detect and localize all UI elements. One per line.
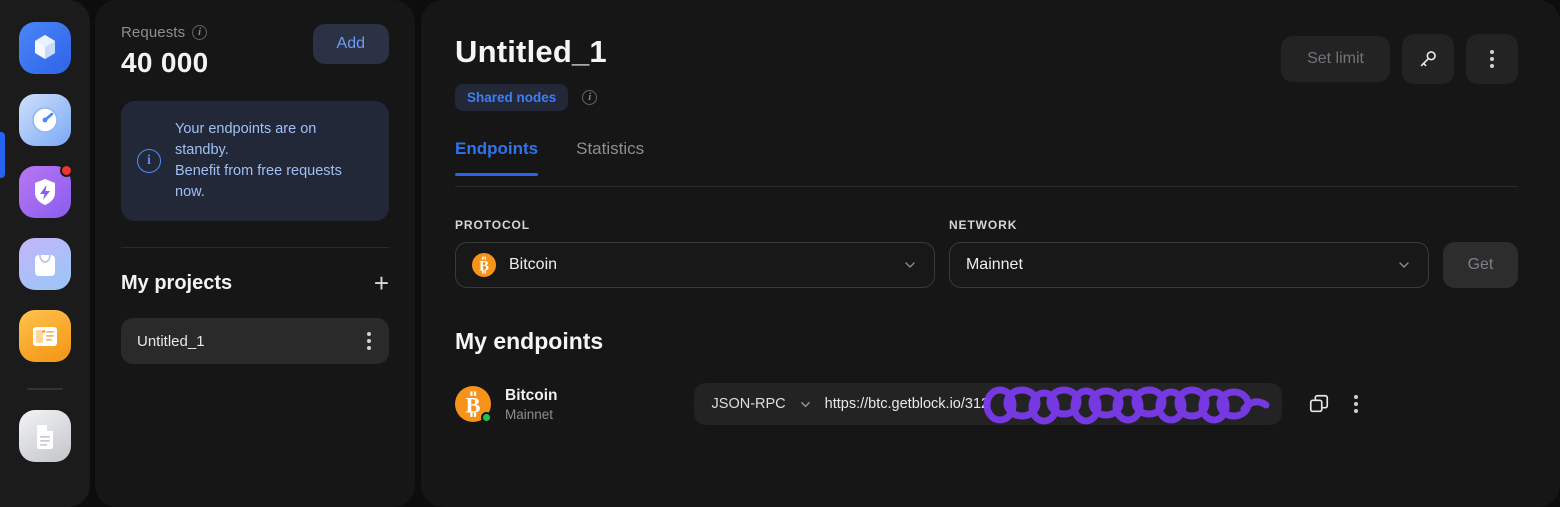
endpoint-kebab-menu-icon[interactable]	[1352, 391, 1360, 417]
rpc-type-value: JSON-RPC	[711, 396, 786, 412]
endpoints-section-title: My endpoints	[455, 328, 604, 354]
app-window: Requests i 40 000 Add i Your endpoints a…	[0, 0, 1560, 507]
url-redaction-scribble	[983, 386, 1270, 425]
projects-panel: Requests i 40 000 Add i Your endpoints a…	[95, 0, 415, 507]
notification-badge	[60, 164, 73, 177]
cube-icon	[19, 22, 71, 74]
speedometer-icon	[19, 94, 71, 146]
page-title: Untitled_1	[455, 34, 607, 69]
badge-row: Shared nodes i	[455, 84, 607, 111]
nav-rail	[0, 0, 90, 507]
network-group: NETWORK Mainnet	[948, 218, 1429, 288]
badge-info-icon[interactable]: i	[582, 90, 598, 105]
set-limit-button[interactable]: Set limit	[1281, 36, 1390, 82]
status-badge: Shared nodes	[455, 84, 569, 111]
nav-item-docs[interactable]	[19, 310, 71, 362]
copy-icon[interactable]	[1308, 393, 1330, 415]
project-kebab-menu-icon[interactable]	[365, 328, 373, 354]
endpoint-url: https://btc.getblock.io/312	[824, 396, 990, 412]
header-more-button[interactable]	[1466, 34, 1518, 84]
chevron-down-icon	[800, 401, 810, 407]
endpoint-network: Mainnet	[505, 406, 554, 422]
svg-text:B: B	[479, 259, 489, 275]
projects-header: My projects +	[121, 270, 389, 296]
requests-section: Requests i 40 000 Add	[121, 24, 389, 79]
protocol-value: Bitcoin	[509, 256, 558, 273]
document-icon	[19, 410, 71, 462]
api-key-button[interactable]	[1402, 34, 1454, 84]
endpoint-row: B Bitcoin Mainnet JSON-RPC https://btc.g…	[455, 383, 1518, 425]
protocol-group: PROTOCOL B Bitcoin	[455, 218, 935, 288]
endpoint-avatar: B	[455, 386, 492, 423]
header-left: Untitled_1 Shared nodes i	[455, 34, 607, 111]
endpoint-name: Bitcoin	[505, 386, 558, 404]
shopping-bag-icon	[19, 238, 71, 290]
requests-info-icon[interactable]: i	[192, 25, 208, 40]
requests-label: Requests	[121, 24, 186, 41]
endpoint-url-field[interactable]: JSON-RPC https://btc.getblock.io/312	[693, 383, 1282, 425]
book-icon	[19, 310, 71, 362]
nav-item-files[interactable]	[19, 410, 71, 462]
project-list-item[interactable]: Untitled_1	[121, 318, 389, 365]
requests-value: 40 000	[121, 47, 209, 78]
network-label: NETWORK	[948, 218, 1018, 232]
nav-item-marketplace[interactable]	[19, 238, 71, 290]
chevron-down-icon	[1399, 262, 1409, 268]
standby-banner-text: Your endpoints are on standby. Benefit f…	[175, 119, 373, 203]
panel-divider	[121, 247, 389, 249]
info-circle-icon: i	[137, 149, 161, 174]
nav-item-dashboard[interactable]	[19, 94, 71, 146]
requests-label-row: Requests i	[121, 24, 208, 41]
tab-bar: Endpoints Statistics	[455, 139, 1518, 176]
standby-banner: i Your endpoints are on standby. Benefit…	[121, 101, 389, 222]
banner-line-2: Benefit from free requests now.	[175, 163, 342, 201]
plus-icon[interactable]: +	[374, 270, 389, 296]
rail-divider	[27, 388, 63, 390]
main-header: Untitled_1 Shared nodes i Set limit	[455, 34, 1518, 111]
status-indicator-online	[481, 412, 492, 423]
tab-divider	[455, 186, 1518, 187]
selector-row: PROTOCOL B Bitcoin NETWORK Mainnet Get	[455, 218, 1518, 288]
projects-title: My projects	[121, 271, 233, 294]
tab-statistics[interactable]: Statistics	[576, 139, 644, 176]
svg-text:B: B	[465, 392, 480, 417]
network-select[interactable]: Mainnet	[948, 242, 1429, 288]
banner-line-1: Your endpoints are on standby.	[175, 121, 317, 159]
tab-endpoints[interactable]: Endpoints	[455, 139, 539, 176]
chevron-down-icon	[905, 262, 915, 268]
project-name: Untitled_1	[137, 332, 205, 350]
header-actions: Set limit	[1281, 34, 1518, 84]
endpoint-labels: Bitcoin Mainnet	[505, 387, 558, 422]
nav-item-nodes[interactable]	[19, 22, 71, 74]
active-nav-indicator	[0, 132, 5, 178]
main-content: Untitled_1 Shared nodes i Set limit Endp…	[421, 0, 1560, 507]
add-requests-button[interactable]: Add	[312, 24, 389, 64]
get-endpoint-button[interactable]: Get	[1442, 242, 1518, 288]
bitcoin-icon: B	[472, 253, 496, 277]
nav-item-boost[interactable]	[19, 164, 73, 218]
key-icon	[1420, 51, 1436, 67]
endpoint-actions	[1308, 391, 1360, 417]
kebab-menu-icon	[1488, 46, 1496, 72]
protocol-label: PROTOCOL	[455, 218, 530, 232]
protocol-select[interactable]: B Bitcoin	[455, 242, 935, 288]
network-value: Mainnet	[965, 256, 1023, 273]
